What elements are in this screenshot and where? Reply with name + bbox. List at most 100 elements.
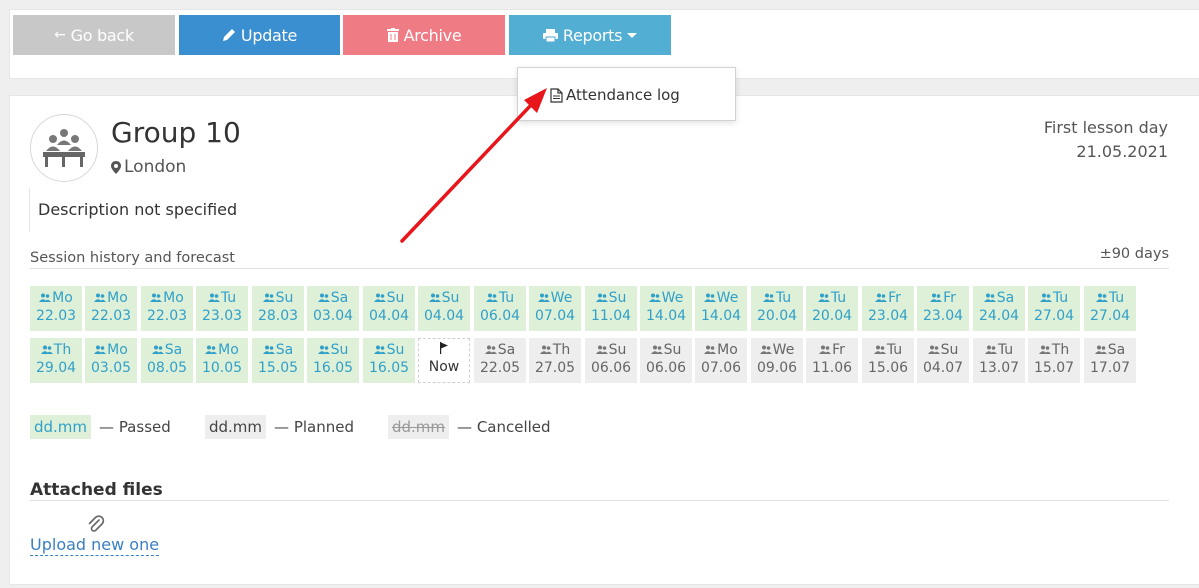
session-day: Tu <box>1028 289 1080 307</box>
users-icon <box>151 345 164 354</box>
session-cell[interactable]: Tu 27.04 <box>1028 286 1080 331</box>
session-day: Sa <box>307 289 359 307</box>
session-cell[interactable]: Mo 03.05 <box>85 338 137 383</box>
session-day: Su <box>640 341 692 359</box>
session-day: Tu <box>1084 289 1136 307</box>
session-cell[interactable]: Sa 08.05 <box>141 338 193 383</box>
session-date: 06.04 <box>479 308 521 324</box>
session-day: Tu <box>973 341 1025 359</box>
session-cell[interactable]: Su 04.04 <box>418 286 470 331</box>
menu-item-attendance-log[interactable]: Attendance log <box>550 86 680 104</box>
session-cell[interactable]: Th 29.04 <box>30 338 82 383</box>
session-cell[interactable]: Sa 03.04 <box>307 286 359 331</box>
session-day: Su <box>363 289 415 307</box>
users-icon <box>875 293 888 302</box>
users-icon <box>205 345 218 354</box>
go-back-label: Go back <box>70 25 135 45</box>
session-day: Th <box>1028 341 1080 359</box>
group-location: London <box>111 157 186 177</box>
archive-button[interactable]: Archive <box>343 15 505 55</box>
session-cell[interactable]: We 07.04 <box>529 286 581 331</box>
session-cell[interactable]: Su 16.05 <box>307 338 359 383</box>
session-cell[interactable]: We 14.04 <box>640 286 692 331</box>
session-cell[interactable]: We 14.04 <box>695 286 747 331</box>
arrow-left-icon: ← <box>54 27 66 43</box>
session-day-label: Sa <box>275 342 294 358</box>
session-cell[interactable]: Mo 22.03 <box>141 286 193 331</box>
session-day-label: We <box>661 290 684 306</box>
go-back-button[interactable]: ← Go back <box>13 15 175 55</box>
session-date: 23.03 <box>201 308 243 324</box>
caret-down-icon <box>627 32 638 38</box>
session-cell[interactable]: We 09.06 <box>751 338 803 383</box>
session-cell[interactable]: Su 11.04 <box>585 286 637 331</box>
session-cell[interactable]: Sa 15.05 <box>252 338 304 383</box>
session-date: 06.06 <box>590 360 632 376</box>
session-day-label: Sa <box>330 290 349 306</box>
document-icon <box>550 87 563 103</box>
session-cell[interactable]: Mo 22.03 <box>30 286 82 331</box>
update-button[interactable]: Update <box>179 15 340 55</box>
session-day: Mo <box>30 289 82 307</box>
users-icon <box>762 293 775 302</box>
users-icon <box>703 293 716 302</box>
session-date: 27.05 <box>534 360 576 376</box>
session-cell[interactable]: Th 27.05 <box>529 338 581 383</box>
session-cell[interactable]: Tu 20.04 <box>806 286 858 331</box>
upload-new-file-link[interactable]: Upload new one <box>30 535 160 556</box>
session-cell[interactable]: Mo 07.06 <box>695 338 747 383</box>
session-cell[interactable]: Su 04.04 <box>363 286 415 331</box>
session-day-label: Mo <box>107 290 128 306</box>
session-day-label: Th <box>53 342 72 358</box>
legend-cancelled-label: — Cancelled <box>457 418 551 436</box>
session-day: Th <box>30 341 82 359</box>
users-icon <box>983 293 996 302</box>
session-day: Mo <box>85 289 137 307</box>
session-cell[interactable]: Fr 23.04 <box>917 286 969 331</box>
session-day <box>419 342 469 354</box>
session-day-label: Su <box>608 342 627 358</box>
reports-dropdown-button[interactable]: Reports <box>509 15 671 55</box>
session-cell[interactable]: Mo 22.03 <box>85 286 137 331</box>
session-date: 16.05 <box>368 360 410 376</box>
session-cell[interactable]: Su 06.06 <box>585 338 637 383</box>
session-cell[interactable]: Su 06.06 <box>640 338 692 383</box>
session-date: 03.05 <box>90 360 132 376</box>
session-day: Th <box>529 341 581 359</box>
users-icon <box>648 293 661 302</box>
session-cell[interactable]: Sa 24.04 <box>973 286 1025 331</box>
session-cell[interactable]: Mo 10.05 <box>196 338 248 383</box>
session-cell[interactable]: Su 04.07 <box>917 338 969 383</box>
session-day: Su <box>585 289 637 307</box>
session-cell[interactable]: Tu 23.03 <box>196 286 248 331</box>
session-day: Su <box>307 341 359 359</box>
archive-label: Archive <box>403 25 462 45</box>
session-day: Sa <box>252 341 304 359</box>
session-date: 28.03 <box>257 308 299 324</box>
legend-planned-label: — Planned <box>274 418 354 436</box>
session-cell[interactable]: Sa 17.07 <box>1084 338 1136 383</box>
legend-planned-swatch: dd.mm <box>205 415 267 439</box>
users-icon <box>262 293 275 302</box>
session-cell[interactable]: Sa 22.05 <box>474 338 526 383</box>
session-cell[interactable]: Tu 15.06 <box>862 338 914 383</box>
session-day: Su <box>418 289 470 307</box>
session-day: Mo <box>695 341 747 359</box>
session-cell[interactable]: Su 16.05 <box>363 338 415 383</box>
session-cell[interactable]: Tu 06.04 <box>474 286 526 331</box>
session-day-label: Fr <box>943 290 956 306</box>
session-cell[interactable]: Su 28.03 <box>252 286 304 331</box>
session-cell[interactable]: Fr 23.04 <box>862 286 914 331</box>
reports-label: Reports <box>562 25 623 45</box>
session-cell[interactable]: Tu 20.04 <box>751 286 803 331</box>
session-cell[interactable]: Fr 11.06 <box>806 338 858 383</box>
session-cell[interactable]: Tu 27.04 <box>1084 286 1136 331</box>
session-day-label: Su <box>441 290 460 306</box>
users-icon <box>207 293 220 302</box>
session-cell[interactable]: Now <box>418 338 470 383</box>
session-cell[interactable]: Th 15.07 <box>1028 338 1080 383</box>
session-cell[interactable]: Tu 13.07 <box>973 338 1025 383</box>
session-day-label: Tu <box>775 290 792 306</box>
session-date: 14.04 <box>645 308 687 324</box>
session-date: 20.04 <box>811 308 853 324</box>
